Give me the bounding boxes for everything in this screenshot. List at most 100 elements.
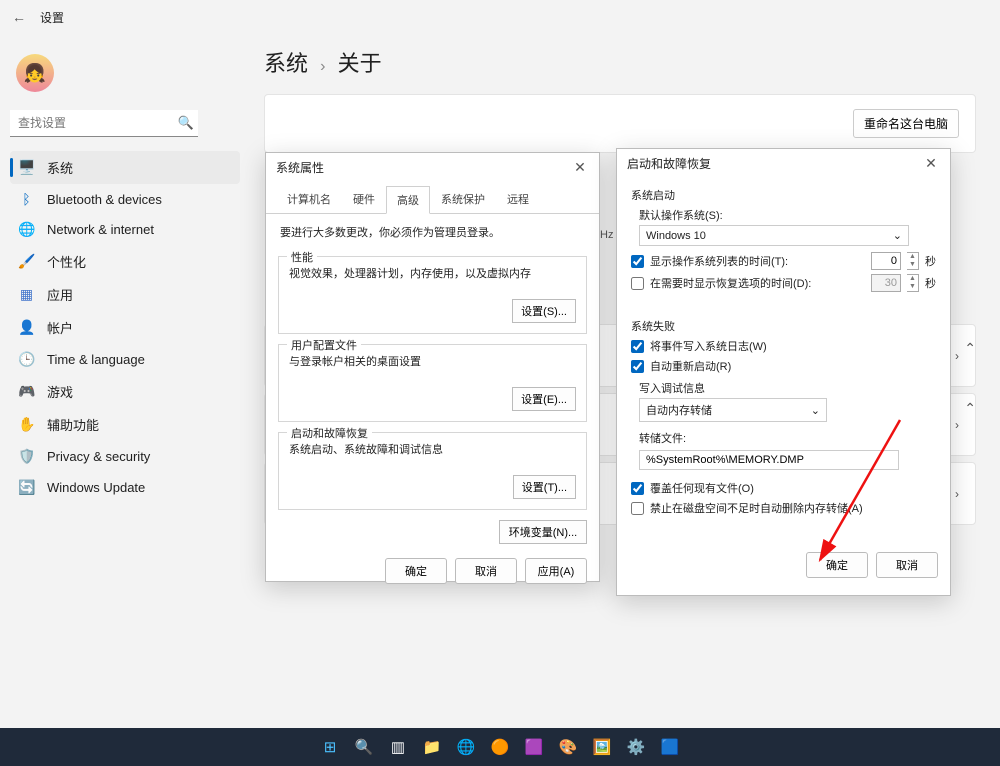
write-event-log-checkbox[interactable] — [631, 340, 644, 353]
settings-icon[interactable]: ⚙️ — [623, 734, 649, 760]
overwrite-checkbox[interactable] — [631, 482, 644, 495]
nav-label: 应用 — [47, 285, 73, 304]
nav-icon: ᛒ — [18, 191, 35, 207]
hz-text: Hz — [600, 229, 613, 241]
dlg1-apply-button[interactable]: 应用(A) — [525, 558, 587, 584]
tab-3[interactable]: 系统保护 — [430, 185, 496, 213]
sidebar-item-6[interactable]: 🕒 Time & language — [10, 344, 240, 375]
nav-icon: 🖥️ — [18, 159, 35, 176]
taskbar: ⊞ 🔍 ▥ 📁 🌐 🟠 🟪 🎨 🖼️ ⚙️ 🟦 — [0, 728, 1000, 766]
low-disk-checkbox[interactable] — [631, 502, 644, 515]
chevron-right-icon: › — [314, 58, 331, 75]
browser2-icon[interactable]: 🟠 — [487, 734, 513, 760]
tab-0[interactable]: 计算机名 — [276, 185, 342, 213]
search-input[interactable] — [10, 110, 198, 137]
sidebar-item-5[interactable]: 👤 帐户 — [10, 311, 240, 344]
chevron-down-icon: ⌄ — [811, 404, 820, 417]
back-icon[interactable]: ← — [12, 9, 26, 25]
nav-label: 辅助功能 — [47, 415, 99, 434]
dump-type-select[interactable]: 自动内存转储 ⌄ — [639, 398, 827, 422]
sidebar-item-8[interactable]: ✋ 辅助功能 — [10, 408, 240, 441]
nav-label: Bluetooth & devices — [47, 192, 162, 207]
show-recovery-checkbox[interactable] — [631, 277, 644, 290]
expand-chevron-2[interactable]: ⌃ — [964, 400, 976, 417]
breadcrumb: 系统 › 关于 — [264, 46, 976, 78]
nav-label: 游戏 — [47, 382, 73, 401]
app1-icon[interactable]: 🟪 — [521, 734, 547, 760]
photos-icon[interactable]: 🖼️ — [589, 734, 615, 760]
dlg2-ok-button[interactable]: 确定 — [806, 552, 868, 578]
user-profile-group: 用户配置文件 与登录帐户相关的桌面设置 设置(E)... — [278, 344, 587, 422]
sidebar: 👧 🔍 🖥️ 系统 ᛒ Bluetooth & devices 🌐 Network & i… — [0, 34, 250, 515]
dump-file-input[interactable] — [639, 450, 899, 470]
chevron-right-icon: › — [955, 418, 959, 432]
dlg1-cancel-button[interactable]: 取消 — [455, 558, 517, 584]
sidebar-item-2[interactable]: 🌐 Network & internet — [10, 214, 240, 245]
sidebar-item-0[interactable]: 🖥️ 系统 — [10, 151, 240, 184]
admin-note: 要进行大多数更改，你必须作为管理员登录。 — [266, 214, 599, 250]
sidebar-item-3[interactable]: 🖌️ 个性化 — [10, 245, 240, 278]
spinner[interactable]: ▲▼ — [907, 252, 919, 270]
perf-settings-button[interactable]: 设置(S)... — [512, 299, 576, 323]
env-vars-button[interactable]: 环境变量(N)... — [499, 520, 587, 544]
breadcrumb-current: 关于 — [338, 51, 382, 76]
paint-icon[interactable]: 🎨 — [555, 734, 581, 760]
sidebar-item-7[interactable]: 🎮 游戏 — [10, 375, 240, 408]
nav-label: 系统 — [47, 158, 73, 177]
chevron-down-icon: ⌄ — [893, 229, 902, 242]
nav-icon: 👤 — [18, 319, 35, 336]
tab-2[interactable]: 高级 — [386, 186, 430, 214]
nav-icon: 🛡️ — [18, 448, 35, 465]
dlg2-cancel-button[interactable]: 取消 — [876, 552, 938, 578]
recovery-time-input — [871, 274, 901, 292]
os-list-time-input[interactable] — [871, 252, 901, 270]
startup-settings-button[interactable]: 设置(T)... — [513, 475, 576, 499]
device-info-card: 重命名这台电脑 — [264, 94, 976, 153]
tab-4[interactable]: 远程 — [496, 185, 540, 213]
nav-icon: 🕒 — [18, 351, 35, 368]
nav-label: Windows Update — [47, 480, 145, 495]
spinner: ▲▼ — [907, 274, 919, 292]
close-icon[interactable]: ✕ — [922, 155, 940, 172]
app2-icon[interactable]: 🟦 — [657, 734, 683, 760]
nav-icon: 🌐 — [18, 221, 35, 238]
nav-label: 帐户 — [47, 318, 73, 337]
sidebar-item-1[interactable]: ᛒ Bluetooth & devices — [10, 184, 240, 214]
nav-label: Network & internet — [47, 222, 154, 237]
window-title: 设置 — [40, 9, 64, 26]
start-icon[interactable]: ⊞ — [317, 734, 343, 760]
auto-restart-checkbox[interactable] — [631, 360, 644, 373]
nav-icon: 🖌️ — [18, 253, 35, 270]
nav-icon: 🔄 — [18, 479, 35, 496]
close-icon[interactable]: ✕ — [571, 159, 589, 176]
nav-label: 个性化 — [47, 252, 86, 271]
system-properties-dialog: 系统属性 ✕ 计算机名硬件高级系统保护远程 要进行大多数更改，你必须作为管理员登… — [265, 152, 600, 582]
avatar[interactable]: 👧 — [16, 54, 54, 92]
default-os-select[interactable]: Windows 10 ⌄ — [639, 225, 909, 246]
performance-group: 性能 视觉效果，处理器计划，内存使用，以及虚拟内存 设置(S)... — [278, 256, 587, 334]
expand-chevron-1[interactable]: ⌃ — [964, 340, 976, 357]
rename-pc-button[interactable]: 重命名这台电脑 — [853, 109, 959, 138]
nav-icon: ▦ — [18, 286, 35, 303]
dlg2-title: 启动和故障恢复 — [627, 155, 711, 172]
sidebar-item-10[interactable]: 🔄 Windows Update — [10, 472, 240, 503]
chrome-icon[interactable]: 🌐 — [453, 734, 479, 760]
tab-1[interactable]: 硬件 — [342, 185, 386, 213]
sidebar-item-4[interactable]: ▦ 应用 — [10, 278, 240, 311]
search-icon[interactable]: 🔍 — [178, 115, 194, 131]
show-os-list-checkbox[interactable] — [631, 255, 644, 268]
breadcrumb-parent[interactable]: 系统 — [264, 51, 308, 76]
dlg1-ok-button[interactable]: 确定 — [385, 558, 447, 584]
chevron-right-icon: › — [955, 349, 959, 363]
nav-icon: 🎮 — [18, 383, 35, 400]
startup-recovery-group: 启动和故障恢复 系统启动、系统故障和调试信息 设置(T)... — [278, 432, 587, 510]
startup-recovery-dialog: 启动和故障恢复 ✕ 系统启动 默认操作系统(S): Windows 10 ⌄ 显… — [616, 148, 951, 596]
chevron-right-icon: › — [955, 487, 959, 501]
sidebar-item-9[interactable]: 🛡️Privacy & security — [10, 441, 240, 472]
nav-label: Time & language — [47, 352, 145, 367]
nav-icon: ✋ — [18, 416, 35, 433]
explorer-icon[interactable]: 📁 — [419, 734, 445, 760]
task-search-icon[interactable]: 🔍 — [351, 734, 377, 760]
user-settings-button[interactable]: 设置(E)... — [512, 387, 576, 411]
task-view-icon[interactable]: ▥ — [385, 734, 411, 760]
